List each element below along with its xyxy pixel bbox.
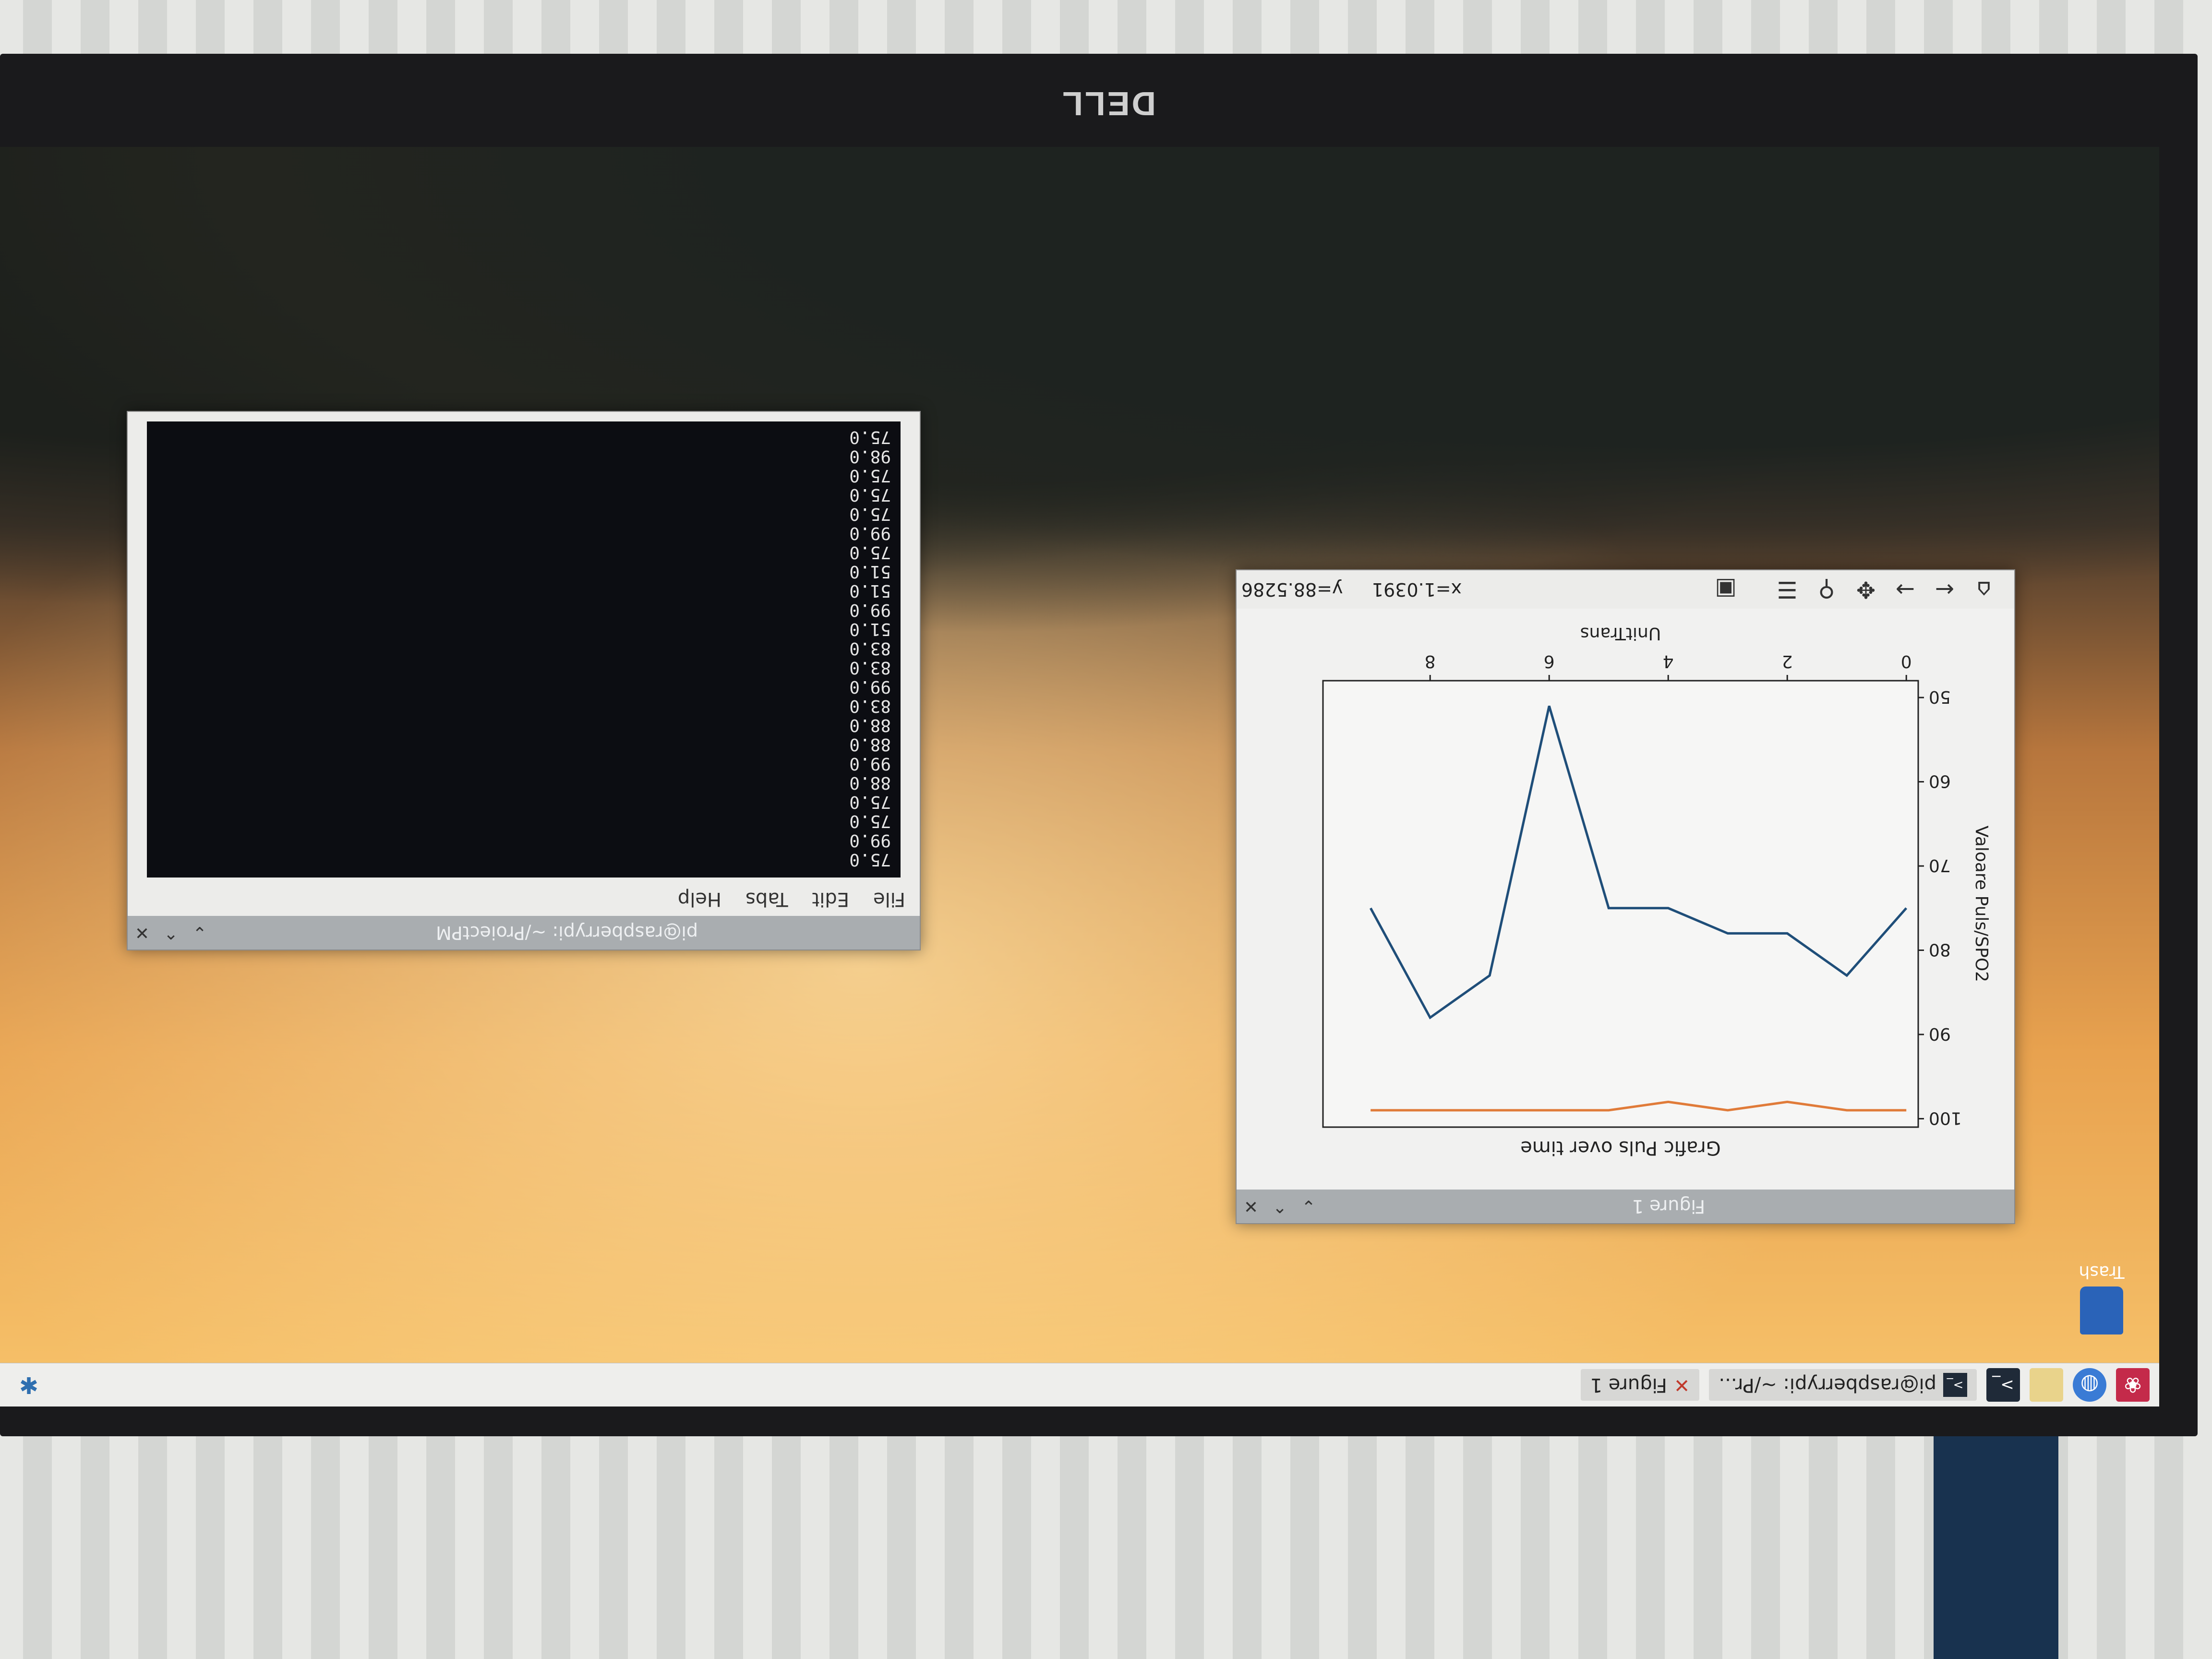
configure-icon[interactable]: ☰: [1771, 574, 1803, 605]
terminal-launcher-icon[interactable]: >_: [1986, 1368, 2020, 1402]
terminal-line: 83.0: [849, 658, 891, 677]
line-chart[interactable]: Grafic Puls over time 50 60 70 80 90 100 0 2 4 6 8 U…: [1238, 611, 2014, 1190]
maximize-icon[interactable]: ⌃: [1265, 1197, 1294, 1216]
menu-file[interactable]: File: [873, 888, 905, 910]
terminal-line: 75.0: [849, 427, 891, 447]
terminal-line: 75.0: [849, 485, 891, 505]
terminal-line: 75.0: [849, 850, 891, 869]
matplotlib-icon: ✕: [1673, 1374, 1690, 1396]
terminal-line: 75.0: [849, 504, 891, 524]
back-icon[interactable]: ←: [1929, 574, 1960, 605]
browser-icon[interactable]: ◍: [2073, 1368, 2106, 1402]
terminal-line: 99.0: [849, 523, 891, 543]
terminal-line: 75.0: [849, 792, 891, 812]
desktop-trash[interactable]: Trash: [2068, 1262, 2135, 1334]
x-tick-label: 4: [1663, 651, 1674, 671]
raspberry-menu-icon[interactable]: ❀: [2116, 1368, 2150, 1402]
terminal-line: 83.0: [849, 638, 891, 658]
rotated-photo-scene: DELL ❀ ◍ >_ >_ pi@raspberrypi: ~/Pr... ✕…: [0, 0, 2212, 1659]
terminal-line: 99.0: [849, 754, 891, 773]
menu-edit[interactable]: Edit: [812, 888, 849, 910]
x-axis-label: UnitTrans: [1580, 624, 1661, 643]
terminal-line: 75.0: [849, 542, 891, 562]
taskbar-task-terminal[interactable]: >_ pi@raspberrypi: ~/Pr...: [1709, 1369, 1977, 1401]
terminal-line: 75.0: [849, 466, 891, 485]
y-tick-label: 50: [1929, 687, 1951, 707]
taskbar: ❀ ◍ >_ >_ pi@raspberrypi: ~/Pr... ✕ Figu…: [0, 1363, 2159, 1407]
zoom-icon[interactable]: ⚲: [1811, 574, 1842, 605]
x-tick-label: 8: [1425, 651, 1436, 671]
terminal-line: 83.0: [849, 696, 891, 716]
x-tick-label: 2: [1782, 651, 1793, 671]
coord-x: x=1.0391: [1371, 579, 1462, 600]
trash-icon: [2080, 1286, 2123, 1334]
y-tick-label: 60: [1929, 771, 1951, 791]
y-tick-label: 90: [1929, 1024, 1951, 1044]
file-manager-icon[interactable]: [2030, 1368, 2063, 1402]
save-icon[interactable]: ▣: [1710, 574, 1742, 605]
terminal-line: 88.0: [849, 773, 891, 793]
figure-window-title: Figure 1: [1632, 1196, 1706, 1217]
taskbar-task-figure-label: Figure 1: [1590, 1374, 1667, 1396]
terminal-line: 99.0: [849, 600, 891, 620]
plot-frame: [1322, 680, 1919, 1128]
close-icon[interactable]: ✕: [1237, 1197, 1265, 1216]
maximize-icon[interactable]: ⌃: [156, 923, 185, 943]
terminal-line: 51.0: [849, 581, 891, 601]
terminal-window-title: pi@raspberrypi: ~/ProiectPM: [436, 922, 698, 943]
trash-label: Trash: [2079, 1262, 2125, 1282]
terminal-line: 51.0: [849, 619, 891, 639]
bluetooth-icon[interactable]: ✱: [19, 1371, 38, 1398]
x-tick-label: 6: [1544, 651, 1555, 671]
y-tick-label: 70: [1929, 855, 1951, 875]
terminal-line: 88.0: [849, 715, 891, 735]
desktop-screen: ❀ ◍ >_ >_ pi@raspberrypi: ~/Pr... ✕ Figu…: [0, 147, 2159, 1407]
forward-icon[interactable]: →: [1889, 574, 1921, 605]
chart-title: Grafic Puls over time: [1520, 1137, 1721, 1159]
terminal-window: pi@raspberrypi: ~/ProiectPM ⌄ ⌃ ✕ File E…: [127, 411, 921, 950]
minimize-icon[interactable]: ⌄: [1294, 1197, 1323, 1216]
terminal-line: 75.0: [849, 811, 891, 831]
plot-area: Grafic Puls over time 50 60 70 80 90 100 0 2 4 6 8 U…: [1237, 609, 2014, 1190]
minimize-icon[interactable]: ⌄: [185, 923, 214, 943]
terminal-line: 98.0: [849, 446, 891, 466]
coord-y: y=88.5286: [1241, 579, 1343, 600]
taskbar-task-terminal-label: pi@raspberrypi: ~/Pr...: [1719, 1374, 1936, 1396]
pan-icon[interactable]: ✥: [1850, 574, 1882, 605]
terminal-menubar: File Edit Tabs Help: [128, 882, 920, 916]
home-icon[interactable]: ⌂: [1968, 574, 2000, 605]
terminal-line: 99.0: [849, 677, 891, 697]
close-icon[interactable]: ✕: [128, 923, 156, 943]
y-axis-label: Valoare Puls/SPO2: [1972, 826, 1991, 982]
monitor-logo: DELL: [1060, 85, 1156, 122]
terminal-output[interactable]: 75.0 99.0 75.0 75.0 88.0 99.0 88.0 88.0 83.0 99.0…: [147, 421, 901, 878]
terminal-titlebar[interactable]: pi@raspberrypi: ~/ProiectPM ⌄ ⌃ ✕: [128, 916, 920, 950]
figure-titlebar[interactable]: Figure 1 ⌄ ⌃ ✕: [1237, 1190, 2014, 1223]
x-tick-label: 0: [1901, 651, 1912, 671]
terminal-line: 51.0: [849, 562, 891, 581]
menu-help[interactable]: Help: [678, 888, 721, 910]
menu-tabs[interactable]: Tabs: [745, 888, 788, 910]
figure-window: Figure 1 ⌄ ⌃ ✕ ⌂ ← → ✥ ⚲ ☰ ▣ x=1.0391 y=…: [1236, 569, 2015, 1224]
taskbar-task-figure[interactable]: ✕ Figure 1: [1580, 1369, 1700, 1401]
y-tick-label: 100: [1929, 1108, 1962, 1128]
terminal-line: 88.0: [849, 734, 891, 754]
cursor-coordinates: x=1.0391 y=88.5286: [1241, 579, 1462, 600]
terminal-line: 99.0: [849, 830, 891, 850]
y-tick-label: 80: [1929, 940, 1951, 960]
figure-toolbar: ⌂ ← → ✥ ⚲ ☰ ▣ x=1.0391 y=88.5286: [1222, 570, 2014, 609]
terminal-icon: >_: [1943, 1373, 1967, 1397]
